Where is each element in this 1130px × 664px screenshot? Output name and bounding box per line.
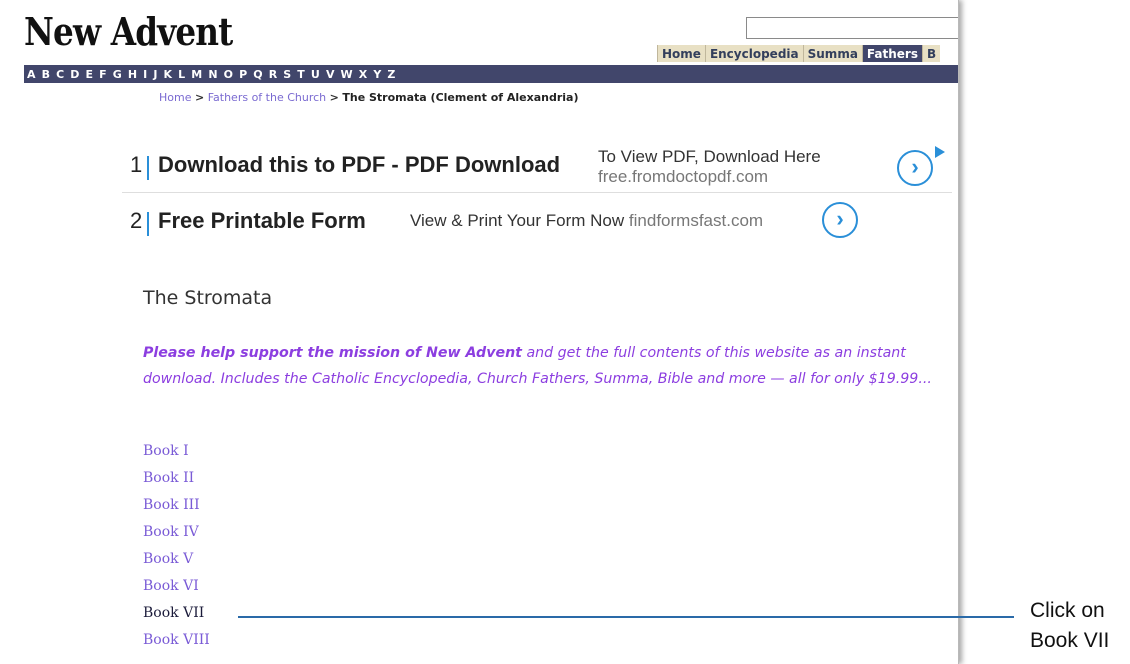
nav-summa[interactable]: Summa [802,45,862,62]
nav-bible[interactable]: B [922,45,941,62]
book-link-vii[interactable]: Book VII [143,603,210,630]
alphabet-letter-l[interactable]: L [178,68,185,81]
book-link-ii[interactable]: Book II [143,468,210,495]
support-promo[interactable]: Please help support the mission of New A… [143,340,943,392]
ad-number: 2 [130,208,143,233]
alphabet-letter-u[interactable]: U [311,68,320,81]
alphabet-bar: ABCDEFGHIJKLMNOPQRSTUVWXYZ [24,65,958,83]
alphabet-letter-q[interactable]: Q [253,68,262,81]
alphabet-letter-a[interactable]: A [27,68,36,81]
promo-link[interactable]: Please help support the mission of New A… [143,345,522,361]
alphabet-letter-d[interactable]: D [70,68,79,81]
ad-title[interactable]: Download this to PDF - PDF Download [158,152,560,178]
alphabet-letter-c[interactable]: C [56,68,64,81]
ad-row[interactable]: 1 Download this to PDF - PDF Download To… [122,138,952,193]
page-title: The Stromata [143,287,273,309]
top-nav: Home Encyclopedia Summa Fathers B [657,45,941,62]
breadcrumb-fathers[interactable]: Fathers of the Church [208,91,326,104]
site-logo[interactable]: New Advent [24,13,233,51]
ad-divider [147,212,149,236]
nav-encyclopedia[interactable]: Encyclopedia [704,45,803,62]
ad-url[interactable]: free.fromdoctopdf.com [598,167,821,187]
breadcrumb-current: The Stromata (Clement of Alexandria) [342,91,579,104]
breadcrumb: Home > Fathers of the Church > The Strom… [159,91,579,104]
breadcrumb-separator: > [329,91,339,104]
book-link-iv[interactable]: Book IV [143,522,210,549]
book-link-vi[interactable]: Book VI [143,576,210,603]
alphabet-letter-p[interactable]: P [239,68,247,81]
alphabet-letter-t[interactable]: T [297,68,305,81]
ad-desc-text: View & Print Your Form Now [410,211,625,230]
nav-fathers[interactable]: Fathers [861,45,922,62]
book-link-iii[interactable]: Book III [143,495,210,522]
alphabet-letter-x[interactable]: X [359,68,367,81]
alphabet-letter-z[interactable]: Z [387,68,395,81]
nav-home[interactable]: Home [657,45,705,62]
ad-description: To View PDF, Download Here free.fromdoct… [598,147,821,187]
alphabet-letter-m[interactable]: M [191,68,202,81]
alphabet-letter-v[interactable]: V [326,68,335,81]
callout-line-1: Click on [1030,599,1105,622]
alphabet-letter-o[interactable]: O [224,68,233,81]
breadcrumb-home[interactable]: Home [159,91,191,104]
callout-label: Click on Book VII [1030,596,1130,656]
ad-desc-text: To View PDF, Download Here [598,147,821,166]
alphabet-letter-w[interactable]: W [341,68,353,81]
ad-divider [147,156,149,180]
book-list: Book I Book II Book III Book IV Book V B… [143,441,210,657]
browser-viewport: New Advent Home Encyclopedia Summa Fathe… [0,0,959,664]
alphabet-letter-i[interactable]: I [143,68,147,81]
alphabet-letter-k[interactable]: K [164,68,173,81]
ad-title[interactable]: Free Printable Form [158,208,366,234]
alphabet-letter-f[interactable]: F [99,68,107,81]
alphabet-letter-h[interactable]: H [128,68,137,81]
alphabet-letter-s[interactable]: S [283,68,291,81]
alphabet-letter-n[interactable]: N [208,68,217,81]
ad-description: View & Print Your Form Now findformsfast… [410,211,763,231]
ad-url[interactable]: findformsfast.com [629,211,763,230]
callout-line-2: Book VII [1030,629,1110,652]
alphabet-letter-e[interactable]: E [86,68,94,81]
alphabet-letter-j[interactable]: J [153,68,157,81]
book-link-v[interactable]: Book V [143,549,210,576]
book-link-i[interactable]: Book I [143,441,210,468]
breadcrumb-separator: > [194,91,205,104]
alphabet-letter-g[interactable]: G [113,68,122,81]
alphabet-letter-y[interactable]: Y [373,68,381,81]
callout-line [238,616,1014,618]
alphabet-letter-b[interactable]: B [42,68,50,81]
chevron-right-icon[interactable]: › [822,202,858,238]
alphabet-letter-r[interactable]: R [269,68,277,81]
book-link-viii[interactable]: Book VIII [143,630,210,657]
chevron-right-icon[interactable]: › [897,150,933,186]
search-input[interactable] [746,17,958,39]
ad-number: 1 [130,152,143,177]
ad-row[interactable]: 2 Free Printable Form View & Print Your … [122,196,952,250]
